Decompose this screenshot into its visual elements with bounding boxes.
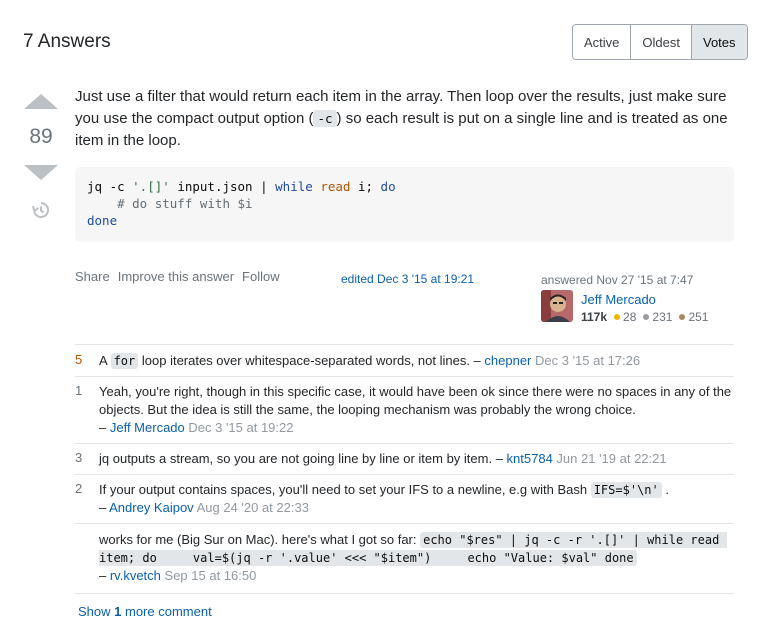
code-line-3: done [87,213,118,228]
comment-divider [75,443,734,444]
answers-count-heading: 7 Answers [23,31,111,52]
comment-text: – [99,420,110,435]
sort-tabs: Active Oldest Votes [572,24,748,60]
comment-user-link[interactable]: Jeff Mercado [110,420,185,435]
upvote-icon[interactable] [24,94,58,109]
comment-item: works for me (Big Sur on Mac). here's wh… [75,531,733,585]
comment-user-link[interactable]: rv.kvetch [110,568,161,583]
comment-item: 2 If your output contains spaces, you'll… [75,481,733,517]
bronze-badge-count: 251 [688,310,709,324]
improve-answer-link[interactable]: Improve this answer [118,269,234,284]
comment-user-link[interactable]: Andrey Kaipov [109,500,194,515]
code-token: i; [350,179,381,194]
comment-body: A for loop iterates over whitespace-sepa… [99,352,733,370]
code-token: jq -c [87,179,133,194]
comment-divider [75,344,734,345]
code-string: '.[]' [132,179,170,194]
silver-badge-count: 231 [652,310,673,324]
gold-badge-count: 28 [623,310,637,324]
comment-date[interactable]: Sep 15 at 16:50 [161,568,257,583]
show-more-comments-link[interactable]: Show 1 more comment [78,604,212,619]
bronze-badge-icon [679,314,686,320]
sort-oldest-button[interactable]: Oldest [630,25,691,59]
comment-date[interactable]: Aug 24 '20 at 22:33 [194,500,309,515]
code-builtin: read [320,179,351,194]
vote-count: 89 [29,125,53,148]
share-link[interactable]: Share [75,269,110,284]
comment-date[interactable]: Dec 3 '15 at 19:22 [185,420,293,435]
comment-text: Yeah, you're right, though in this speci… [99,384,732,417]
comment-date[interactable]: Dec 3 '15 at 17:26 [531,353,640,368]
comment-user-link[interactable]: chepner [484,353,531,368]
comment-item: 1 Yeah, you're right, though in this spe… [75,383,733,437]
avatar[interactable] [541,290,573,322]
silver-badge-icon [643,314,650,320]
comment-text: . [661,482,669,497]
comment-score [75,531,89,585]
comment-score: 5 [75,352,83,367]
comment-date[interactable]: Jun 21 '19 at 22:21 [553,451,666,466]
comment-user-link[interactable]: knt5784 [507,451,553,466]
comment-text: If your output contains spaces, you'll n… [99,482,591,497]
downvote-icon[interactable] [24,165,58,180]
code-block: jq -c '.[]' input.json | while read i; d… [75,167,734,242]
show-more-text: more comment [121,604,212,619]
reputation-score: 117k [581,310,608,324]
inline-code: -c [313,110,337,127]
comment-body: works for me (Big Sur on Mac). here's wh… [99,531,733,585]
show-more-text: Show [78,604,115,619]
code-keyword: while [275,179,313,194]
user-reputation: 117k 28 231 251 [581,310,708,324]
follow-link[interactable]: Follow [242,269,280,284]
post-menu: Share Improve this answer Follow [75,269,280,284]
comment-item: 3 jq outputs a stream, so you are not go… [75,450,733,468]
gold-badge-icon [614,314,621,320]
comment-body: If your output contains spaces, you'll n… [99,481,733,517]
comment-score: 3 [75,450,83,465]
comment-divider [75,523,734,524]
comment-body: jq outputs a stream, so you are not goin… [99,450,733,468]
comment-code: IFS=$'\n' [590,482,662,498]
comment-divider [75,474,734,475]
answer-body: Just use a filter that would return each… [75,86,740,152]
code-keyword: do [380,179,396,194]
sort-votes-button[interactable]: Votes [690,25,747,59]
comment-text: – [99,568,110,583]
comment-text: jq outputs a stream, so you are not goin… [99,451,507,466]
comment-divider [75,376,734,377]
answered-timestamp: answered Nov 27 '15 at 7:47 [541,273,694,287]
history-icon[interactable] [31,200,51,220]
code-line-1: jq -c '.[]' input.json | while read i; d… [87,179,396,194]
comment-text: loop iterates over whitespace-separated … [138,353,485,368]
comment-score: 1 [75,383,83,398]
sort-active-button[interactable]: Active [573,25,631,59]
comment-text: – [99,500,110,515]
comment-body: Yeah, you're right, though in this speci… [99,383,733,437]
comment-code: for [110,353,139,369]
comment-divider [75,593,734,594]
comment-text: works for me (Big Sur on Mac). here's wh… [99,532,421,547]
edited-link[interactable]: edited Dec 3 '15 at 19:21 [341,272,474,286]
comment-text: A [99,353,111,368]
user-name-link[interactable]: Jeff Mercado [581,292,656,307]
comment-item: 5 A for loop iterates over whitespace-se… [75,352,733,370]
comment-score: 2 [75,481,83,496]
code-token: input.json | [169,179,276,194]
code-line-2: # do stuff with $i [87,196,253,211]
